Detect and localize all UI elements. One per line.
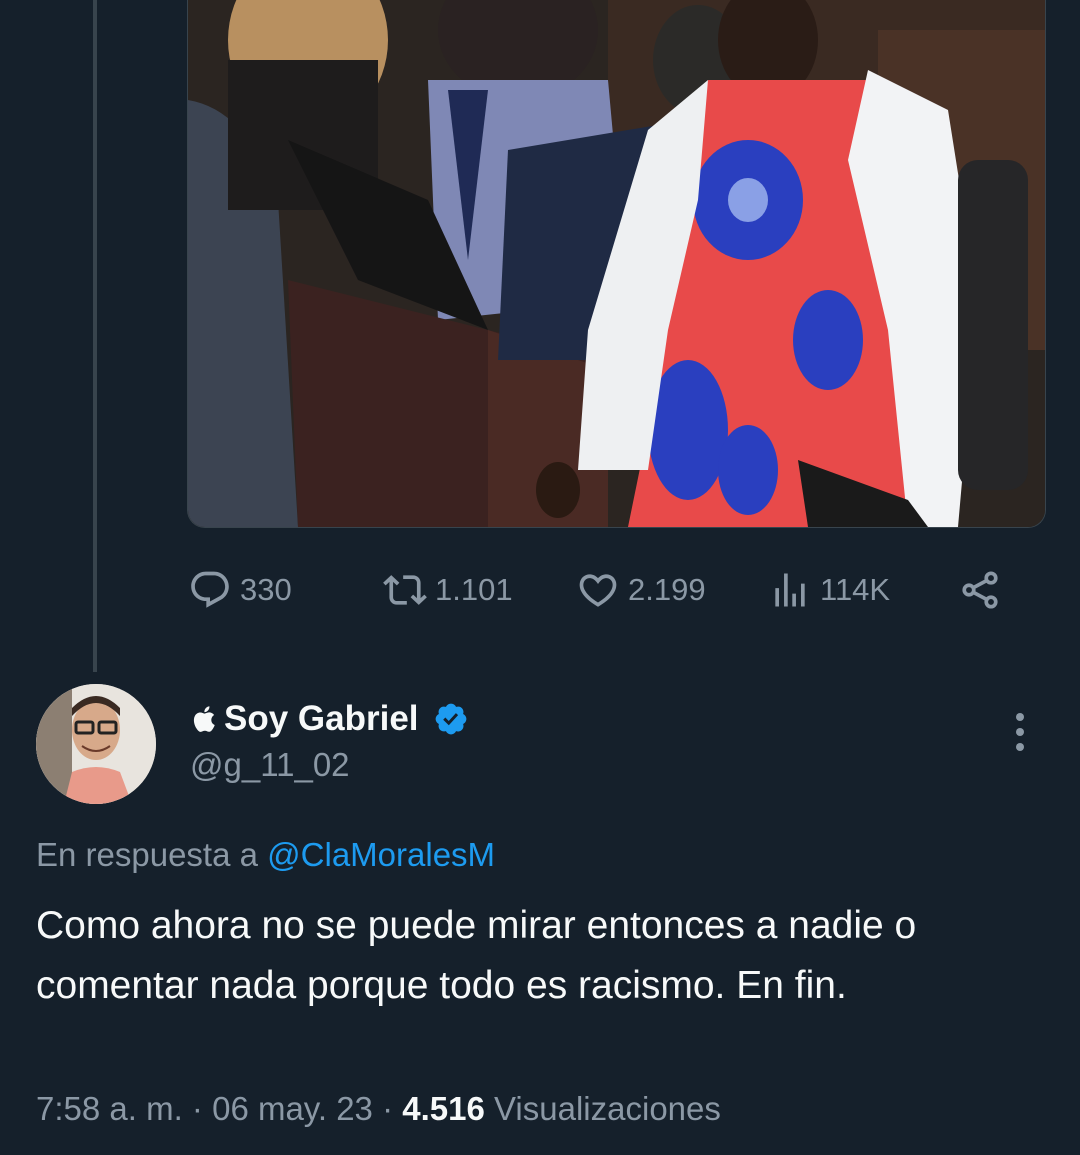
- tweet-views-count: 4.516: [402, 1090, 485, 1127]
- reply-button[interactable]: 330: [188, 560, 292, 620]
- author-name-row:  Soy Gabriel: [190, 696, 469, 742]
- photo-illustration: [188, 0, 1045, 527]
- retweet-icon: [383, 575, 427, 605]
- meta-separator: ·: [382, 1090, 394, 1127]
- verified-badge-icon[interactable]: [433, 701, 469, 737]
- tweet-views-label: Visualizaciones: [494, 1090, 721, 1127]
- reply-count: 330: [240, 572, 292, 607]
- tweet-thread: 330 1.101 2.199 114K Soy Gabriel @g_11_0…: [0, 0, 1080, 1155]
- tweet-metadata: 7:58 a. m. · 06 may. 23 · 4.516 Visualiz…: [36, 1090, 721, 1128]
- avatar[interactable]: [36, 684, 156, 804]
- share-icon: [962, 571, 998, 609]
- like-button[interactable]: 2.199: [576, 560, 706, 620]
- views-count: 114K: [820, 572, 891, 607]
- tweet-text: Como ahora no se puede mirar entonces a …: [36, 904, 917, 1007]
- tweet-media-photo[interactable]: [187, 0, 1046, 528]
- avatar-photo: [36, 684, 156, 804]
- analytics-icon: [775, 573, 805, 607]
- heart-icon: [579, 574, 617, 607]
- meta-separator: ·: [191, 1090, 203, 1127]
- more-vertical-icon: [1016, 713, 1024, 751]
- author-display-name[interactable]: Soy Gabriel: [224, 699, 419, 739]
- share-button[interactable]: [958, 560, 1002, 620]
- in-reply-to-mention-link[interactable]: @ClaMoralesM: [267, 836, 495, 873]
- apple-logo-icon: [193, 706, 215, 732]
- like-count: 2.199: [628, 572, 706, 607]
- reply-icon: [191, 571, 229, 608]
- tweet-action-bar: 330 1.101 2.199 114K: [188, 560, 1018, 620]
- in-reply-to: En respuesta a @ClaMoralesM: [36, 836, 495, 874]
- in-reply-to-label: En respuesta a: [36, 836, 258, 873]
- tweet-date-link[interactable]: 06 may. 23: [212, 1090, 373, 1127]
- author-handle[interactable]: @g_11_02: [190, 746, 350, 784]
- views-button[interactable]: 114K: [768, 560, 890, 620]
- retweet-button[interactable]: 1.101: [383, 560, 513, 620]
- thread-connector-line: [93, 0, 97, 672]
- more-options-button[interactable]: [1000, 708, 1040, 756]
- retweet-count: 1.101: [435, 572, 513, 607]
- tweet-time-link[interactable]: 7:58 a. m.: [36, 1090, 183, 1127]
